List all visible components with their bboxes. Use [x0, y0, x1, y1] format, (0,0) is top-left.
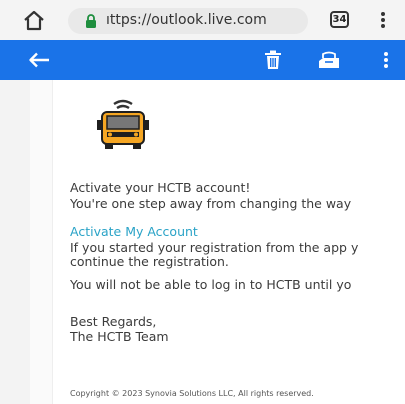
email-heading: Activate your HCTB account!: [70, 180, 251, 195]
tab-switcher-button[interactable]: 34: [330, 11, 349, 28]
email-body: Activate your HCTB account! You're one s…: [0, 80, 405, 404]
activate-account-link[interactable]: Activate My Account: [70, 224, 198, 239]
left-margin: [0, 80, 30, 404]
mail-toolbar: [0, 40, 405, 80]
email-subheading: You're one step away from changing the w…: [70, 196, 352, 211]
lock-icon: [86, 14, 96, 28]
closing-regards: Best Regards,: [70, 314, 157, 329]
move-to-folder-icon[interactable]: [317, 50, 341, 70]
copyright-text: Copyright © 2023 Synovia Solutions LLC, …: [70, 389, 314, 398]
more-vertical-icon[interactable]: [383, 51, 389, 69]
back-arrow-icon[interactable]: [28, 52, 50, 68]
closing-signature: The HCTB Team: [70, 329, 169, 344]
login-notice-text: You will not be able to log in to HCTB u…: [70, 277, 352, 292]
school-bus-logo-icon: [97, 99, 149, 149]
left-gutter: [30, 80, 53, 404]
registration-text-line2: continue the registration.: [70, 254, 229, 269]
home-icon[interactable]: [22, 9, 46, 31]
url-text: ıttps://outlook.live.com: [106, 12, 267, 28]
more-vertical-icon[interactable]: [380, 11, 386, 29]
address-bar[interactable]: ıttps://outlook.live.com: [68, 8, 308, 34]
registration-text-line1: If you started your registration from th…: [70, 240, 359, 255]
browser-toolbar: ıttps://outlook.live.com 34: [0, 0, 405, 41]
trash-icon[interactable]: [264, 50, 282, 70]
